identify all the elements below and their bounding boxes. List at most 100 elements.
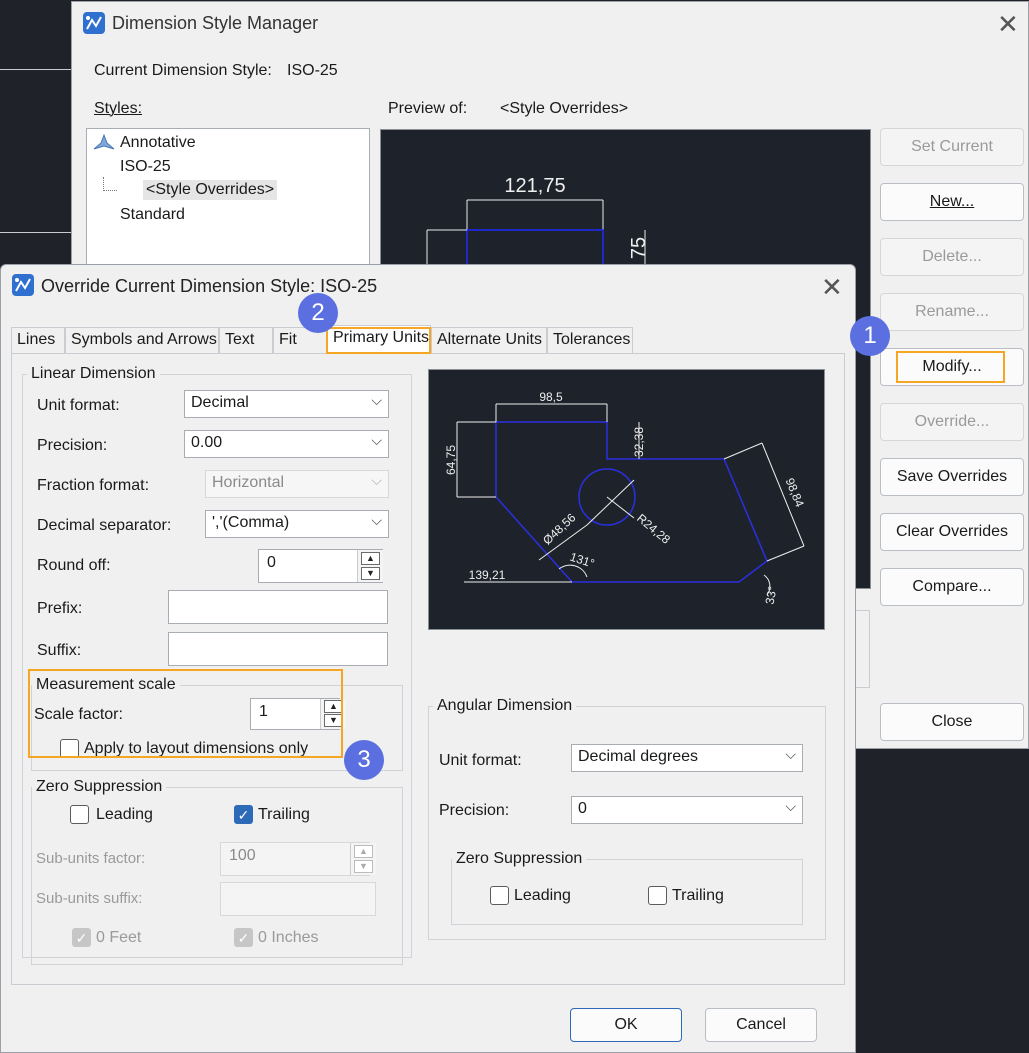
precision-dropdown[interactable]: 0.00 ⌵ — [184, 430, 389, 458]
inches-checkbox[interactable]: ✓ — [234, 928, 253, 947]
angular-zero-suppression-group: Zero Suppression Leading Trailing — [451, 850, 803, 925]
precision-value: 0.00 — [191, 434, 223, 451]
fraction-format-label: Fraction format: — [37, 477, 150, 494]
dialog-title: Dimension Style Manager — [112, 13, 319, 33]
delete-button[interactable]: Delete... — [880, 238, 1024, 276]
angular-precision-value: 0 — [578, 800, 587, 817]
close-icon[interactable]: ✕ — [821, 274, 843, 300]
preview-dim-d3: 64,75 — [444, 445, 458, 475]
list-item[interactable]: ISO-25 — [120, 158, 171, 176]
modify-highlight — [896, 351, 1005, 383]
callout-badge-3: 3 — [344, 740, 384, 780]
decimal-separator-dropdown[interactable]: ','(Comma) ⌵ — [205, 510, 389, 538]
preview-dim-d5: Ø48,56 — [540, 510, 579, 547]
current-style-label: Current Dimension Style: — [94, 62, 272, 79]
spin-down-icon[interactable]: ▼ — [354, 860, 373, 873]
angular-dimension-group: Angular Dimension Unit format: Decimal d… — [428, 697, 826, 940]
list-item-selected[interactable]: <Style Overrides> — [143, 180, 278, 200]
group-title: Angular Dimension — [433, 697, 577, 715]
chevron-down-icon: ⌵ — [371, 512, 382, 528]
current-style-value: ISO-25 — [287, 62, 338, 79]
angular-leading-checkbox[interactable] — [490, 886, 509, 905]
preview-dim-d4: 98,84 — [783, 476, 807, 509]
override-button[interactable]: Override... — [880, 403, 1024, 441]
tree-connector — [103, 177, 117, 191]
tab-tolerances[interactable]: Tolerances — [547, 327, 633, 353]
callout-badge-1: 1 — [850, 316, 890, 356]
cancel-button[interactable]: Cancel — [705, 1008, 817, 1042]
decimal-separator-value: ','(Comma) — [212, 514, 290, 531]
save-overrides-button[interactable]: Save Overrides — [880, 458, 1024, 496]
primary-units-highlight — [326, 327, 431, 354]
preview-dim-side: 75 — [628, 237, 650, 259]
angular-unit-format-label: Unit format: — [439, 752, 522, 769]
preview-label: Preview of: — [388, 100, 468, 117]
callout-badge-2: 2 — [298, 293, 338, 333]
subunits-factor-value: 100 — [229, 847, 256, 864]
spin-up-icon[interactable]: ▲ — [354, 845, 373, 858]
ok-button[interactable]: OK — [570, 1008, 682, 1042]
subunits-suffix-label: Sub-units suffix: — [36, 890, 143, 907]
dimension-preview: 98,5 32,38 64,75 98,84 Ø48,56 R24,28 131… — [428, 369, 825, 630]
list-item[interactable]: Standard — [120, 206, 185, 224]
tab-alternate-units[interactable]: Alternate Units — [431, 327, 547, 353]
tab-lines[interactable]: Lines — [11, 327, 65, 353]
fraction-format-dropdown[interactable]: Horizontal ⌵ — [205, 470, 389, 498]
tab-symbols-arrows[interactable]: Symbols and Arrows — [65, 327, 219, 353]
unit-format-value: Decimal — [191, 394, 249, 411]
preview-dim-d8: 139,21 — [469, 568, 506, 582]
rename-button[interactable]: Rename... — [880, 293, 1024, 331]
app-icon — [83, 12, 105, 34]
subunits-factor-spinner[interactable]: ▲ ▼ — [350, 843, 376, 875]
app-icon — [12, 274, 34, 296]
set-current-button[interactable]: Set Current — [880, 128, 1024, 166]
close-button[interactable]: Close — [880, 703, 1024, 741]
trailing-checkbox[interactable]: ✓ — [234, 805, 253, 824]
preview-dim-d2: 32,38 — [632, 427, 646, 457]
fraction-format-value: Horizontal — [212, 474, 285, 491]
background-line — [0, 232, 71, 233]
subunits-factor-label: Sub-units factor: — [36, 850, 146, 867]
preview-dim-d1: 98,5 — [539, 390, 563, 404]
styles-list[interactable]: Annotative ISO-25 <Style Overrides> Stan… — [86, 128, 370, 268]
leading-checkbox[interactable] — [70, 805, 89, 824]
precision-label: Precision: — [37, 437, 108, 454]
decimal-separator-label: Decimal separator: — [37, 517, 172, 534]
prefix-field[interactable] — [168, 590, 388, 624]
suffix-field[interactable] — [168, 632, 388, 666]
clear-overrides-button[interactable]: Clear Overrides — [880, 513, 1024, 551]
angular-trailing-checkbox[interactable] — [648, 886, 667, 905]
compare-button[interactable]: Compare... — [880, 568, 1024, 606]
angular-precision-dropdown[interactable]: 0 ⌵ — [571, 796, 803, 824]
chevron-down-icon: ⌵ — [785, 746, 796, 762]
styles-label: Styles: — [94, 100, 143, 117]
feet-checkbox[interactable]: ✓ — [72, 928, 91, 947]
close-icon[interactable]: ✕ — [997, 11, 1019, 37]
angular-unit-format-dropdown[interactable]: Decimal degrees ⌵ — [571, 744, 803, 772]
spin-down-icon[interactable]: ▼ — [361, 567, 380, 580]
preview-dim-top: 121,75 — [504, 175, 565, 197]
unit-format-dropdown[interactable]: Decimal ⌵ — [184, 390, 389, 418]
chevron-down-icon: ⌵ — [371, 432, 382, 448]
angular-trailing-label: Trailing — [672, 887, 724, 904]
chevron-down-icon: ⌵ — [371, 392, 382, 408]
list-item[interactable]: Annotative — [120, 134, 196, 152]
inches-label: 0 Inches — [258, 929, 319, 946]
measurement-scale-highlight — [28, 669, 343, 758]
angular-leading-label: Leading — [514, 887, 571, 904]
round-off-spinner[interactable]: ▲ ▼ — [357, 550, 383, 582]
preview-value: <Style Overrides> — [500, 100, 629, 117]
preview-dim-d9: 33° — [763, 585, 780, 606]
tab-text[interactable]: Text — [219, 327, 273, 353]
spin-up-icon[interactable]: ▲ — [361, 552, 380, 565]
annotative-icon — [93, 133, 115, 155]
angular-unit-format-value: Decimal degrees — [578, 748, 699, 765]
subunits-factor-field[interactable]: 100 — [220, 842, 370, 876]
trailing-label: Trailing — [258, 806, 310, 823]
new-button[interactable]: New... — [880, 183, 1024, 221]
angular-precision-label: Precision: — [439, 802, 510, 819]
subunits-suffix-field[interactable] — [220, 882, 376, 916]
background-line — [0, 69, 71, 70]
unit-format-label: Unit format: — [37, 397, 120, 414]
dialog-title: Override Current Dimension Style: ISO-25 — [41, 276, 378, 296]
